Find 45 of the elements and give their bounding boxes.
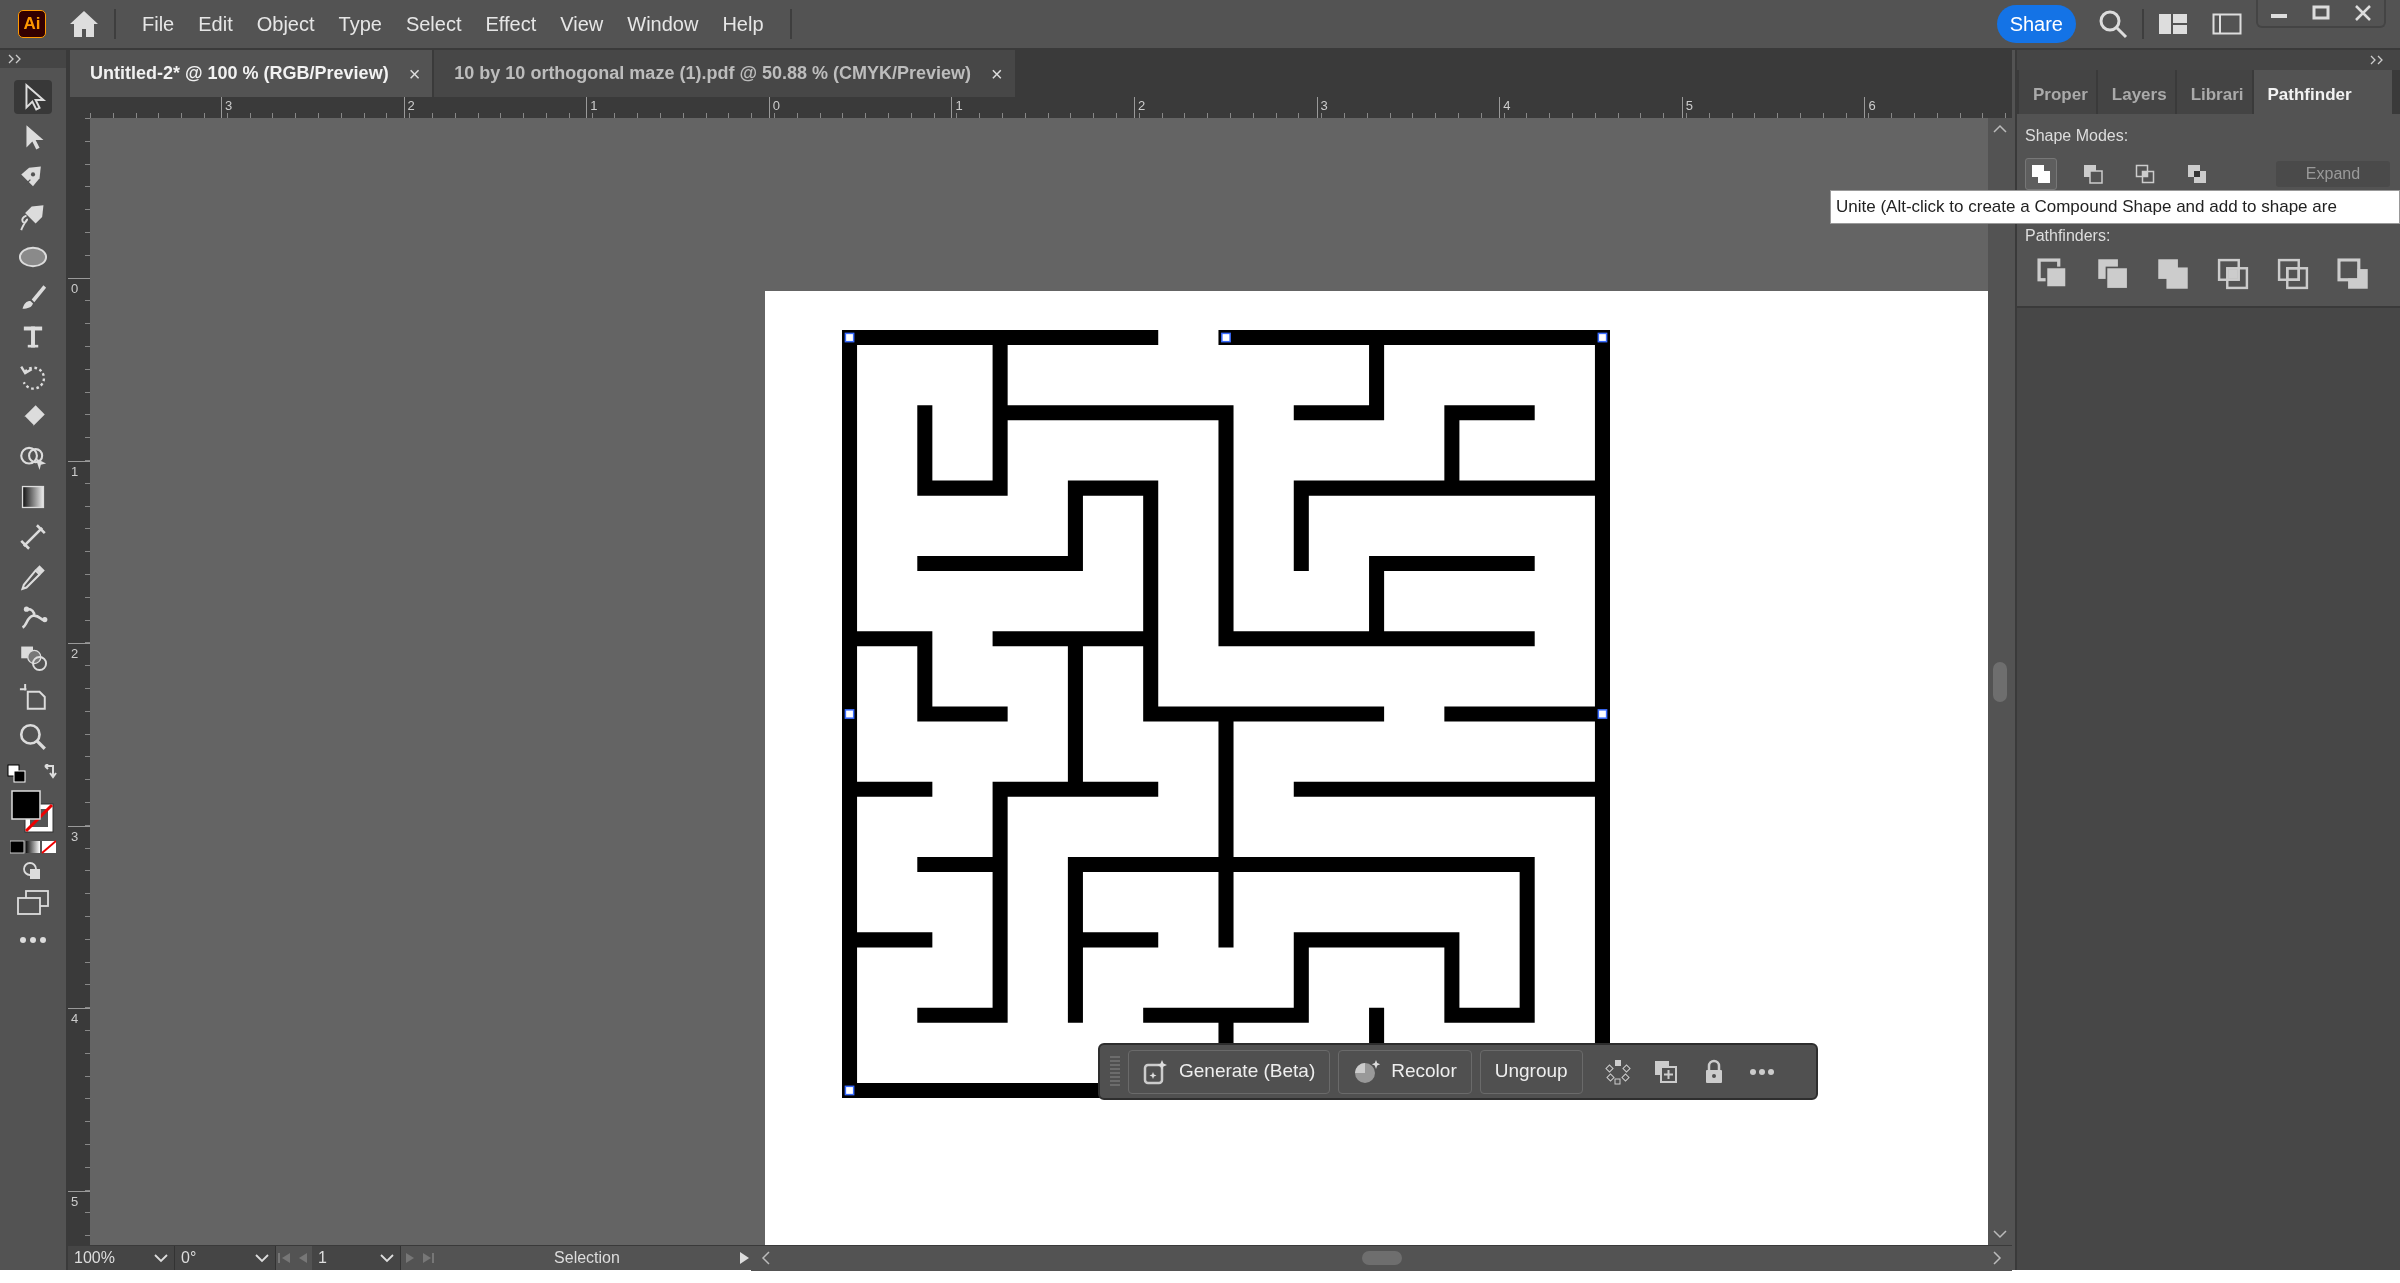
- document-tab[interactable]: Untitled-2* @ 100 % (RGB/Preview) ×: [70, 50, 435, 97]
- menu-item[interactable]: Type: [326, 5, 394, 43]
- ruler-label: 1: [71, 464, 79, 478]
- document-tab[interactable]: 10 by 10 orthogonal maze (1).pdf @ 50.88 % (CMYK/Preview) ×: [434, 50, 1017, 97]
- task-bar-button[interactable]: Ungroup: [1479, 1049, 1583, 1094]
- task-bar-button[interactable]: Recolor: [1338, 1049, 1472, 1094]
- menu-item[interactable]: View: [548, 5, 616, 43]
- share-button[interactable]: Share: [1996, 5, 2076, 43]
- menu-item[interactable]: Effect: [473, 5, 549, 43]
- current-tool-label: Selection: [553, 1248, 621, 1268]
- ruler-label: 2: [71, 647, 79, 661]
- panel-tab[interactable]: Proper: [2019, 70, 2098, 114]
- artboard-field[interactable]: 1: [312, 1246, 401, 1270]
- ruler-label: 2: [407, 99, 415, 112]
- section-label: Pathfinders:: [2025, 226, 2112, 246]
- close-tab-icon[interactable]: ×: [408, 58, 421, 89]
- ruler-label: 4: [71, 1012, 79, 1026]
- ruler-label: 6: [1868, 99, 1876, 112]
- ruler-label: 2: [1138, 99, 1146, 112]
- menu-item[interactable]: Edit: [186, 5, 245, 43]
- app-logo: Ai: [18, 10, 46, 38]
- zoom-field[interactable]: 100%: [68, 1246, 175, 1270]
- tooltip: Unite (Alt-click to create a Compound Shape and add to shape are: [1830, 190, 2400, 224]
- ruler-label: 4: [1503, 99, 1511, 112]
- section-label: Shape Modes:: [2025, 126, 2130, 146]
- ruler-label: 5: [71, 1195, 79, 1208]
- menu-item[interactable]: Window: [615, 5, 711, 43]
- menu-item[interactable]: Help: [710, 5, 776, 43]
- panel-tab[interactable]: Pathfinder: [2253, 70, 2394, 114]
- task-bar-button[interactable]: Generate (Beta): [1128, 1049, 1331, 1094]
- ruler-label: 5: [1685, 99, 1694, 112]
- menu-item[interactable]: Object: [244, 5, 327, 43]
- menu-item[interactable]: File: [130, 5, 187, 43]
- panel-tab[interactable]: Librari: [2176, 70, 2254, 114]
- ruler-label: 1: [590, 99, 598, 112]
- ruler-label: 1: [955, 99, 963, 112]
- menu-item[interactable]: Select: [393, 5, 474, 43]
- rotation-field[interactable]: 0°: [175, 1246, 276, 1270]
- panel-tab[interactable]: Layers: [2097, 70, 2177, 114]
- close-tab-icon[interactable]: ×: [991, 58, 1003, 89]
- ruler-label: 3: [225, 99, 233, 112]
- ruler-label: 3: [1320, 99, 1328, 112]
- ruler-label: 3: [71, 829, 79, 843]
- ruler-label: 0: [772, 99, 781, 112]
- ruler-label: 0: [71, 282, 79, 295]
